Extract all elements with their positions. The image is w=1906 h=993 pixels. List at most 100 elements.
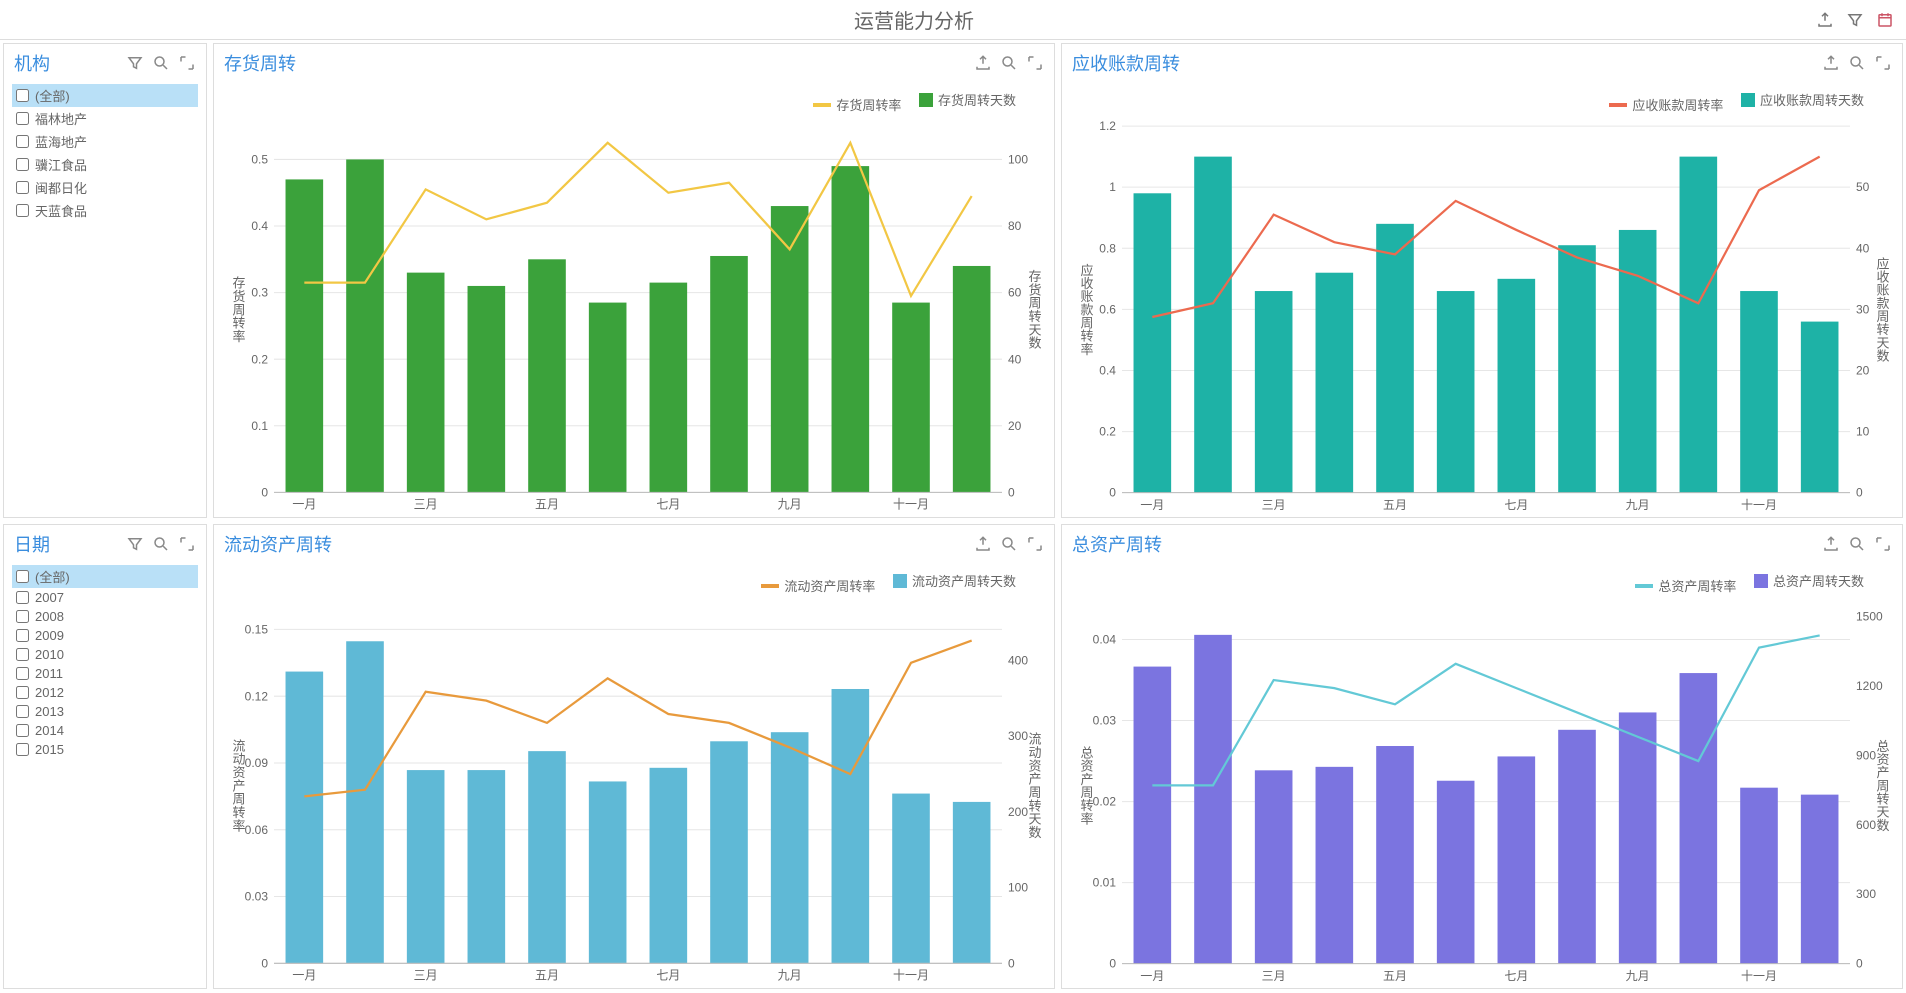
- filter-item[interactable]: 骥江食品: [12, 153, 198, 176]
- filter-checkbox[interactable]: [16, 648, 29, 661]
- chart-bar[interactable]: [1194, 635, 1232, 964]
- filter-checkbox[interactable]: [16, 667, 29, 680]
- filter-item[interactable]: 2011: [12, 664, 198, 683]
- chart-bar[interactable]: [892, 794, 930, 964]
- chart-bar[interactable]: [1619, 230, 1657, 493]
- chart-bar[interactable]: [1498, 756, 1536, 963]
- filter-item[interactable]: 2009: [12, 626, 198, 645]
- chart-bar[interactable]: [1680, 673, 1718, 964]
- chart-bar[interactable]: [1134, 667, 1172, 964]
- chart-bar[interactable]: [468, 286, 506, 492]
- chart-bar[interactable]: [953, 802, 991, 963]
- chart-bar[interactable]: [1558, 245, 1596, 492]
- chart-bar[interactable]: [528, 259, 566, 492]
- chart-bar[interactable]: [1194, 157, 1232, 493]
- filter-checkbox[interactable]: [16, 705, 29, 718]
- chart-bar[interactable]: [407, 770, 445, 963]
- filter-item[interactable]: 2013: [12, 702, 198, 721]
- chart-bar[interactable]: [1134, 193, 1172, 492]
- filter-checkbox[interactable]: [16, 135, 29, 148]
- expand-icon[interactable]: [1026, 535, 1044, 553]
- filter-checkbox[interactable]: [16, 610, 29, 623]
- chart-bar[interactable]: [832, 689, 870, 963]
- export-icon[interactable]: [1816, 11, 1834, 29]
- chart-bar[interactable]: [1255, 291, 1293, 493]
- chart-bar[interactable]: [286, 179, 324, 492]
- expand-icon[interactable]: [1026, 54, 1044, 72]
- filter-item[interactable]: 天蓝食品: [12, 199, 198, 222]
- filter-item[interactable]: 2015: [12, 740, 198, 759]
- search-icon[interactable]: [152, 54, 170, 72]
- chart-bar[interactable]: [346, 159, 384, 492]
- chart-bar[interactable]: [1498, 279, 1536, 493]
- filter-item[interactable]: 蓝海地产: [12, 130, 198, 153]
- filter-icon[interactable]: [1846, 11, 1864, 29]
- expand-icon[interactable]: [1874, 54, 1892, 72]
- chart-bar[interactable]: [1376, 224, 1414, 493]
- chart-bar[interactable]: [468, 770, 506, 963]
- chart-bar[interactable]: [771, 732, 809, 963]
- chart-bar[interactable]: [1740, 788, 1778, 964]
- chart-bar[interactable]: [953, 266, 991, 492]
- chart-bar[interactable]: [1801, 322, 1839, 493]
- chart-bar[interactable]: [286, 672, 324, 964]
- filter-checkbox[interactable]: [16, 158, 29, 171]
- expand-icon[interactable]: [178, 54, 196, 72]
- filter-checkbox[interactable]: [16, 686, 29, 699]
- filter-checkbox[interactable]: [16, 724, 29, 737]
- chart-bar[interactable]: [650, 283, 688, 493]
- filter-checkbox[interactable]: [16, 629, 29, 642]
- chart-bar[interactable]: [407, 273, 445, 493]
- chart-bar[interactable]: [1255, 770, 1293, 963]
- chart-bar[interactable]: [832, 166, 870, 492]
- filter-checkbox[interactable]: [16, 743, 29, 756]
- chart-bar[interactable]: [346, 641, 384, 963]
- search-icon[interactable]: [1000, 535, 1018, 553]
- filter-checkbox[interactable]: [16, 570, 29, 583]
- chart-bar[interactable]: [1316, 767, 1354, 964]
- chart-bar[interactable]: [1801, 795, 1839, 964]
- chart-bar[interactable]: [528, 751, 566, 963]
- calendar-icon[interactable]: [1876, 11, 1894, 29]
- search-icon[interactable]: [1000, 54, 1018, 72]
- filter-icon[interactable]: [126, 54, 144, 72]
- chart-bar[interactable]: [710, 741, 748, 963]
- filter-item[interactable]: 福林地产: [12, 107, 198, 130]
- export-icon[interactable]: [1822, 535, 1840, 553]
- filter-item-all[interactable]: (全部): [12, 565, 198, 588]
- chart-bar[interactable]: [710, 256, 748, 492]
- filter-item[interactable]: 2008: [12, 607, 198, 626]
- filter-checkbox[interactable]: [16, 89, 29, 102]
- chart-bar[interactable]: [589, 781, 627, 963]
- filter-item-all[interactable]: (全部): [12, 84, 198, 107]
- chart-bar[interactable]: [1437, 781, 1475, 964]
- chart-bar[interactable]: [1316, 273, 1354, 493]
- export-icon[interactable]: [1822, 54, 1840, 72]
- filter-item[interactable]: 2014: [12, 721, 198, 740]
- filter-checkbox[interactable]: [16, 112, 29, 125]
- chart-bar[interactable]: [1740, 291, 1778, 493]
- search-icon[interactable]: [1848, 535, 1866, 553]
- expand-icon[interactable]: [1874, 535, 1892, 553]
- export-icon[interactable]: [974, 535, 992, 553]
- filter-checkbox[interactable]: [16, 591, 29, 604]
- search-icon[interactable]: [1848, 54, 1866, 72]
- export-icon[interactable]: [974, 54, 992, 72]
- search-icon[interactable]: [152, 535, 170, 553]
- expand-icon[interactable]: [178, 535, 196, 553]
- chart-bar[interactable]: [1680, 157, 1718, 493]
- filter-item[interactable]: 2010: [12, 645, 198, 664]
- chart-bar[interactable]: [1619, 712, 1657, 963]
- chart-bar[interactable]: [892, 303, 930, 493]
- filter-checkbox[interactable]: [16, 181, 29, 194]
- chart-bar[interactable]: [650, 768, 688, 964]
- chart-bar[interactable]: [1558, 730, 1596, 964]
- chart-bar[interactable]: [1376, 746, 1414, 964]
- filter-item[interactable]: 2007: [12, 588, 198, 607]
- filter-icon[interactable]: [126, 535, 144, 553]
- filter-checkbox[interactable]: [16, 204, 29, 217]
- chart-bar[interactable]: [1437, 291, 1475, 493]
- chart-bar[interactable]: [589, 303, 627, 493]
- filter-item[interactable]: 闽都日化: [12, 176, 198, 199]
- filter-item[interactable]: 2012: [12, 683, 198, 702]
